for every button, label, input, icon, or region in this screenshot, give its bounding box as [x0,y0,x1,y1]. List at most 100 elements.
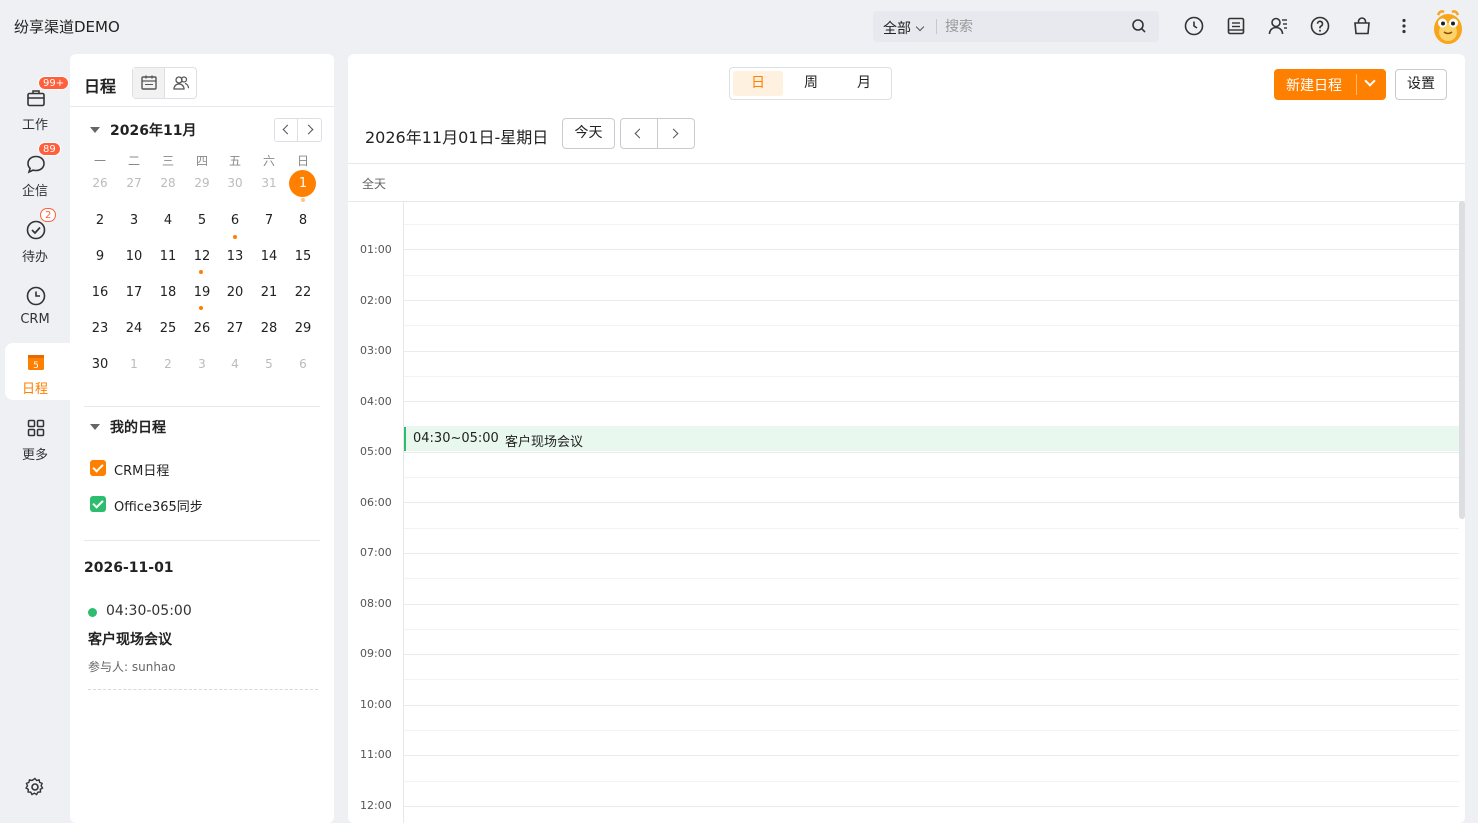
calendar-day[interactable]: 1 [117,357,151,371]
calendar-day[interactable]: 5 [252,357,286,371]
search-icon[interactable] [1131,18,1147,34]
collapse-caret-icon [90,127,100,133]
calendar-day[interactable]: 20 [218,285,252,300]
help-icon[interactable] [1309,15,1331,37]
crm-calendar-checkbox[interactable] [90,460,106,476]
calendar-day[interactable]: 18 [151,285,185,300]
office365-checkbox[interactable] [90,496,106,512]
calendar-day[interactable]: 2 [83,213,117,228]
chevron-right-icon [668,128,679,139]
calendar-day[interactable]: 8 [286,213,320,228]
today-button[interactable]: 今天 [562,118,615,149]
divider [88,689,318,690]
calendar-day[interactable]: 25 [151,321,185,336]
user-avatar[interactable] [1430,8,1466,46]
nav-item-work[interactable]: 99+ 工作 [5,76,70,136]
time-grid-line [404,376,1459,377]
nav-badge: 99+ [38,76,70,90]
next-day-button[interactable] [658,119,695,148]
vertical-scrollbar[interactable] [1459,201,1465,519]
calendar-day[interactable]: 21 [252,285,286,300]
calendar-day[interactable]: 13 [218,249,252,264]
calendar-day[interactable]: 12 [185,249,219,264]
nav-item-calendar[interactable]: 5 日程 [5,343,70,400]
view-week-tab[interactable]: 周 [786,71,836,96]
month-header[interactable]: 2026年11月 [90,120,196,140]
settings-button[interactable]: 设置 [1395,69,1447,100]
calendar-day[interactable]: 4 [151,213,185,228]
calendar-day[interactable]: 9 [83,249,117,264]
weekday-label: 四 [195,154,208,168]
time-grid-line [404,224,1459,225]
calendar-day[interactable]: 29 [286,321,320,336]
chevron-down-icon[interactable] [1364,75,1376,87]
hour-label: 10:00 [360,698,392,711]
calendar-day[interactable]: 19 [185,285,219,300]
time-grid-line [404,604,1459,605]
calendar-day[interactable]: 6 [218,213,252,228]
calendar-day[interactable]: 28 [252,321,286,336]
calendar-day[interactable]: 3 [117,213,151,228]
calendar-day[interactable]: 30 [83,357,117,372]
bag-icon[interactable] [1351,15,1373,37]
calendar-day[interactable]: 17 [117,285,151,300]
calendar-day[interactable]: 22 [286,285,320,300]
hour-label: 01:00 [360,243,392,256]
calendar-day[interactable]: 28 [151,176,185,190]
agenda-item-title[interactable]: 客户现场会议 [88,629,172,649]
time-grid-line [404,477,1459,478]
calendar-day[interactable]: 24 [117,321,151,336]
calendar-day[interactable]: 5 [185,213,219,228]
calendar-day[interactable]: 4 [218,357,252,371]
contacts-icon[interactable] [1267,15,1289,37]
nav-item-crm[interactable]: CRM [5,277,70,334]
calendar-day[interactable]: 3 [185,357,219,371]
settings-gear-icon[interactable] [24,776,46,798]
view-day-tab[interactable]: 日 [733,71,783,96]
view-month-tab[interactable]: 月 [839,71,889,96]
calendar-day[interactable]: 27 [117,176,151,190]
hour-label: 05:00 [360,445,392,458]
calendar-day[interactable]: 31 [252,176,286,190]
nav-item-todo[interactable]: 2 待办 [5,208,70,268]
time-grid[interactable]: 01:00 02:00 03:00 04:00 05:00 06:00 07:00 08:00… [348,201,1465,823]
calendar-day[interactable]: 26 [185,321,219,336]
search-scope-label: 全部 [883,21,911,37]
calendar-day[interactable]: 6 [286,357,320,371]
calendar-day[interactable]: 7 [252,213,286,228]
more-vertical-icon[interactable] [1393,15,1415,37]
calendar-day[interactable]: 2 [151,357,185,371]
prev-month-button[interactable] [275,119,298,141]
search-scope-dropdown[interactable]: 全部 [883,18,925,38]
search-input[interactable] [945,15,1125,38]
calendar-day[interactable]: 29 [185,176,219,190]
nav-item-more[interactable]: 更多 [5,409,70,466]
new-schedule-button[interactable]: 新建日程 [1274,69,1386,100]
calendar-day[interactable]: 1 [286,176,320,191]
clock-icon[interactable] [1183,15,1205,37]
notes-icon[interactable] [1225,15,1247,37]
calendar-day[interactable]: 11 [151,249,185,264]
agenda-item-time[interactable]: 04:30-05:00 [106,603,192,619]
calendar-day[interactable]: 16 [83,285,117,300]
calendar-day[interactable]: 23 [83,321,117,336]
time-grid-line [404,502,1459,503]
nav-item-chat[interactable]: 89 企信 [5,142,70,202]
people-icon [173,76,190,90]
grid-icon [27,419,45,437]
time-grid-line [404,351,1459,352]
calendar-day[interactable]: 15 [286,249,320,264]
event-block[interactable]: 04:30~05:00 客户现场会议 [404,427,1459,451]
calendar-day[interactable]: 14 [252,249,286,264]
calendar-day[interactable]: 26 [83,176,117,190]
my-calendars-header[interactable]: 我的日程 [90,417,166,437]
event-dot [301,198,305,202]
calendar-day[interactable]: 27 [218,321,252,336]
next-month-button[interactable] [299,119,322,141]
calendar-day[interactable]: 30 [218,176,252,190]
prev-day-button[interactable] [621,119,658,148]
shared-calendar-view-button[interactable] [165,68,197,98]
my-calendar-view-button[interactable] [133,68,165,98]
calendar-day[interactable]: 10 [117,249,151,264]
calendar-icon [141,75,157,90]
